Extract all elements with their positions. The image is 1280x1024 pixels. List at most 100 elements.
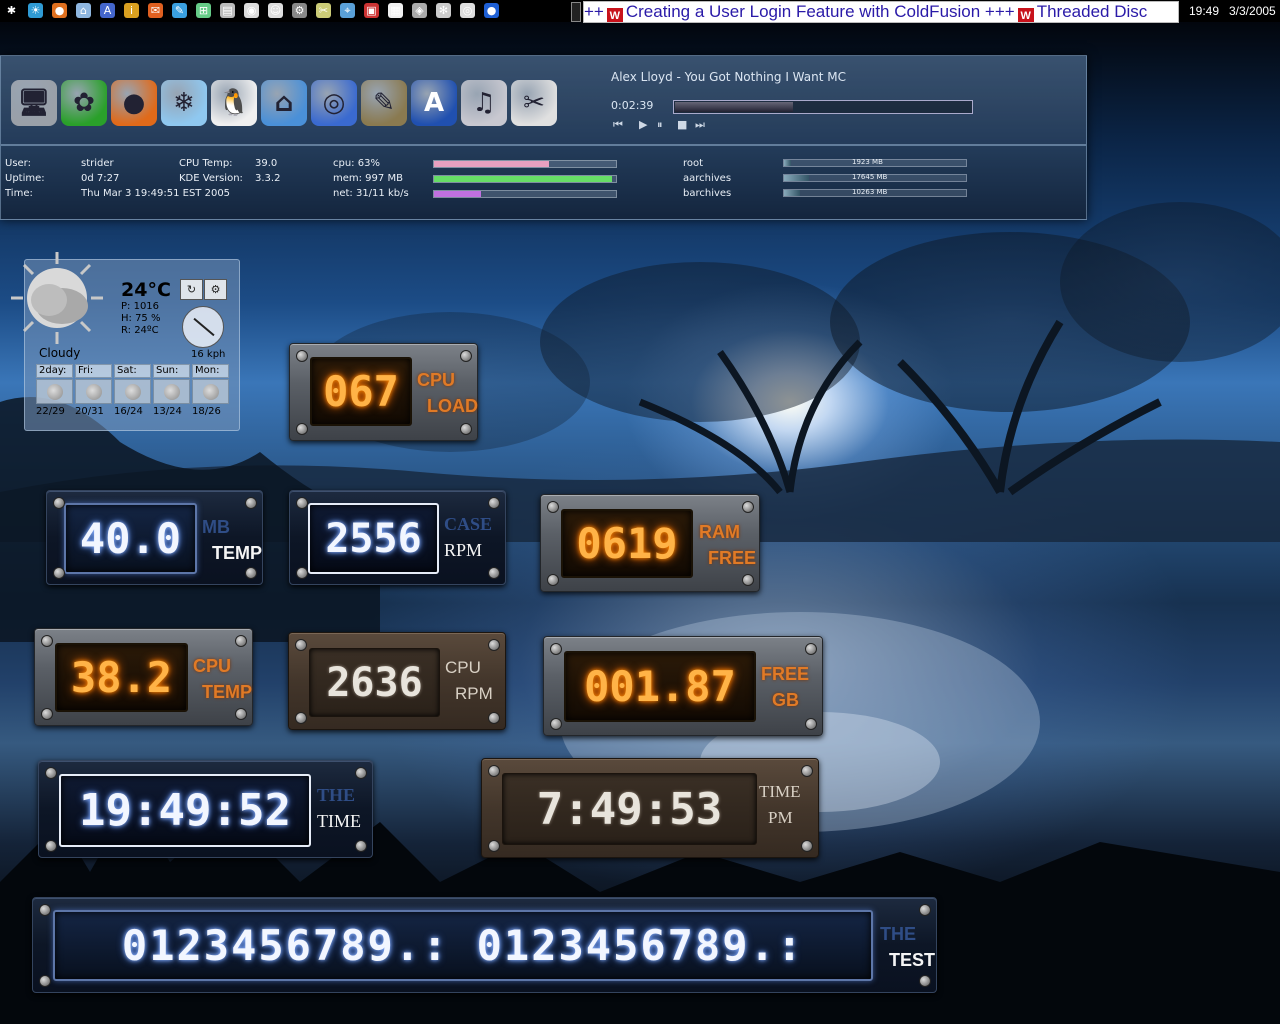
next-icon[interactable]: ⏭ xyxy=(695,118,705,132)
case-rpm-label-2: RPM xyxy=(444,540,483,560)
kmix-icon[interactable]: ⚙ xyxy=(292,3,307,18)
ticker-text-prefix: ++ xyxy=(584,2,604,21)
cloudy-weather-icon xyxy=(11,252,103,344)
digit-test-label-2: TEST xyxy=(889,950,936,970)
disk-usage-value: 1923 MB xyxy=(852,158,883,166)
cpu-usage-bar xyxy=(433,160,617,168)
memory-usage-bar xyxy=(433,175,617,183)
screw-icon xyxy=(39,975,51,987)
settings-icon[interactable]: ⚙ xyxy=(204,279,227,300)
news-ticker[interactable]: ++ W Creating a User Login Feature with Co… xyxy=(583,1,1179,23)
mb-temp-widget[interactable]: 40.0 MB TEMP xyxy=(46,490,263,585)
editor-icon[interactable]: ✎ xyxy=(172,3,187,18)
cpu-temp-label: CPU xyxy=(193,656,232,676)
taskbar-clock[interactable]: 19:49 xyxy=(1189,4,1219,18)
pause-icon[interactable]: ⏸ xyxy=(657,118,663,132)
gear-icon[interactable]: ✻ xyxy=(436,3,451,18)
cpu-temp-widget[interactable]: 38.2 CPU TEMP xyxy=(34,628,253,726)
kde-globe-icon[interactable]: ◎ xyxy=(311,80,357,126)
cpu-rpm-readout: 2636 xyxy=(326,659,423,706)
firefox-icon[interactable]: ● xyxy=(52,3,67,18)
free-gb-widget[interactable]: 001.87 FREE GB xyxy=(543,636,823,736)
current-temperature: 24°C xyxy=(121,279,171,301)
screw-icon xyxy=(245,497,257,509)
forecast-day: Sat: 16/24 xyxy=(114,364,151,418)
news-source-icon: W xyxy=(1017,8,1034,22)
network-icon[interactable]: ⊞ xyxy=(196,3,211,18)
clock-24h-widget[interactable]: 19:49:52 THE TIME xyxy=(38,760,373,858)
icq-icon[interactable]: ✿ xyxy=(61,80,107,126)
weather-condition: Cloudy xyxy=(39,346,81,360)
forecast-day-name: Mon: xyxy=(192,364,229,378)
screw-icon xyxy=(488,639,500,651)
screw-icon xyxy=(53,567,65,579)
firefox-icon[interactable]: ● xyxy=(111,80,157,126)
screw-icon xyxy=(245,567,257,579)
clock-12h-readout: 7:49:53 xyxy=(536,783,723,835)
pdf-icon[interactable]: ▣ xyxy=(364,3,379,18)
k-menu-icon[interactable]: ✱ xyxy=(4,3,19,18)
settings-icon[interactable]: ◈ xyxy=(412,3,427,18)
juk-icon[interactable]: ♫ xyxy=(461,80,507,126)
forecast-weather-icon xyxy=(114,379,151,404)
cpu-load-readout: 067 xyxy=(323,367,399,416)
ticker-headline[interactable]: Threaded Disc xyxy=(1037,2,1148,21)
play-icon[interactable]: ▶ xyxy=(639,118,647,131)
screenshot-icon[interactable]: ⌖ xyxy=(340,3,355,18)
case-rpm-widget[interactable]: 2556 CASE RPM xyxy=(289,490,506,585)
pdf-reader-icon[interactable]: ✂ xyxy=(511,80,557,126)
konqueror-icon[interactable]: ◉ xyxy=(244,3,259,18)
forecast-temps: 22/29 xyxy=(36,406,65,417)
clock-12h-widget[interactable]: 7:49:53 TIME PM xyxy=(481,758,819,858)
gimp-icon[interactable]: ✎ xyxy=(361,80,407,126)
globe-icon[interactable]: ● xyxy=(484,3,499,18)
cpu-load-widget[interactable]: 067 CPU LOAD xyxy=(289,343,478,441)
ram-free-widget[interactable]: 0619 RAM FREE xyxy=(540,494,760,592)
kate-icon[interactable]: A xyxy=(100,3,115,18)
refresh-icon[interactable]: ↻ xyxy=(180,279,203,300)
kate-icon[interactable]: A xyxy=(411,80,457,126)
case-rpm-label: CASE xyxy=(444,514,493,534)
clock-12h-label-2: PM xyxy=(768,808,793,827)
cpu-rpm-label-2: RPM xyxy=(455,684,493,703)
mb-temp-readout: 40.0 xyxy=(79,514,182,563)
cpu-load-label: CPU xyxy=(417,370,456,390)
kmail-icon[interactable]: ❄ xyxy=(161,80,207,126)
network-usage-bar xyxy=(433,190,617,198)
disk-usage-value: 17645 MB xyxy=(852,173,888,181)
screw-icon xyxy=(488,712,500,724)
computer-icon[interactable]: 🖥 xyxy=(11,80,57,126)
kopete-icon[interactable]: ☺ xyxy=(268,3,283,18)
screw-icon xyxy=(801,765,813,777)
now-playing-title: Alex Lloyd - You Got Nothing I Want MC xyxy=(611,70,846,84)
mail-icon[interactable]: ✉ xyxy=(148,3,163,18)
kdevelop-icon[interactable]: i xyxy=(124,3,139,18)
forecast-weather-icon xyxy=(75,379,112,404)
ticker-headline[interactable]: Creating a User Login Feature with ColdF… xyxy=(626,2,1015,21)
digit-test-widget[interactable]: 0123456789.: 0123456789.: THE TEST xyxy=(32,897,937,993)
screw-icon xyxy=(742,501,754,513)
clock-12h-label: TIME xyxy=(759,782,801,801)
stop-icon[interactable]: ■ xyxy=(677,118,687,131)
seek-bar[interactable] xyxy=(673,100,973,114)
calculator-icon[interactable]: ▦ xyxy=(388,3,403,18)
home-icon[interactable]: ⌂ xyxy=(261,80,307,126)
terminal-icon[interactable]: ▤ xyxy=(220,3,235,18)
previous-icon[interactable]: ⏮ xyxy=(613,118,623,132)
kde-icon[interactable]: ☀ xyxy=(28,3,43,18)
taskbar-handle[interactable] xyxy=(571,2,581,22)
tux-icon[interactable]: 🐧 xyxy=(211,80,257,126)
screw-icon xyxy=(805,643,817,655)
weather-widget[interactable]: 24°C P: 1016 H: 75 % R: 24ºC ↻ ⚙ Cloudy … xyxy=(11,252,240,431)
taskbar-date[interactable]: 3/3/2005 xyxy=(1229,4,1276,18)
cpu-rpm-widget[interactable]: 2636 CPU RPM xyxy=(288,632,506,730)
ram-free-label-2: FREE xyxy=(708,548,757,568)
forecast-day: 2day: 22/29 xyxy=(36,364,73,418)
home-icon[interactable]: ⌂ xyxy=(76,3,91,18)
disk-usage-bar: 10263 MB xyxy=(783,188,967,197)
wrench-icon[interactable]: ✂ xyxy=(316,3,331,18)
cd-icon[interactable]: ◎ xyxy=(460,3,475,18)
pressure: P: 1016 xyxy=(121,301,160,312)
screw-icon xyxy=(45,840,57,852)
disk-usage-bar-fill xyxy=(784,190,801,196)
